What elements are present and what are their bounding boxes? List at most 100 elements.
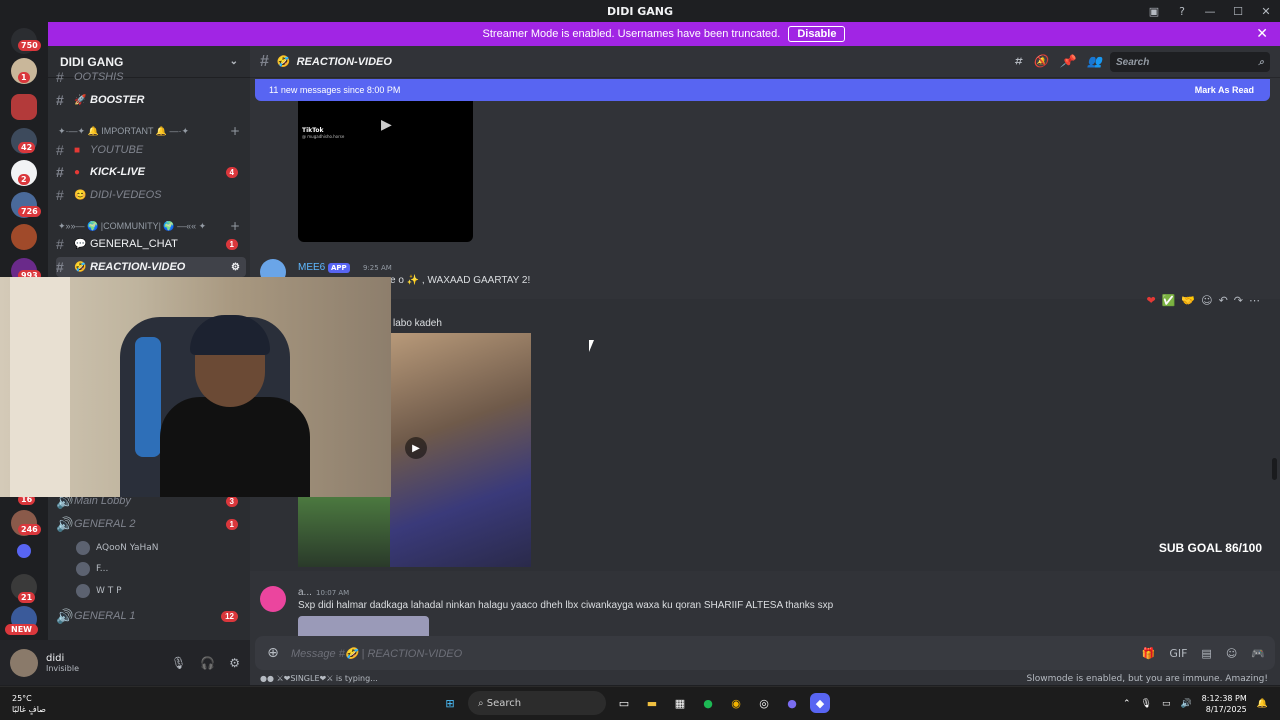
add-attachment-icon[interactable]: ⊕ (255, 645, 291, 661)
voice-user[interactable]: W T P (76, 584, 122, 598)
play-icon[interactable]: ▶ (381, 117, 392, 133)
members-icon[interactable]: 👥 (1087, 54, 1102, 69)
voice-general-1[interactable]: 🔊 GENERAL 1 12 (56, 606, 246, 626)
scrollbar[interactable] (1272, 458, 1277, 480)
spotify-icon[interactable]: ● (698, 693, 718, 713)
server-badge: 726 (18, 206, 41, 217)
weather-widget[interactable]: 25°C صافٍ غالبًا (12, 693, 46, 715)
avatar[interactable] (10, 648, 38, 677)
server-badge: 750 (18, 40, 41, 51)
network-icon[interactable]: ▭ (1162, 699, 1171, 709)
add-channel-icon[interactable]: + (230, 219, 240, 233)
image-attachment[interactable] (298, 616, 429, 636)
channel-general-chat[interactable]: # 💬 GENERAL_CHAT 1 (56, 234, 246, 254)
gift-icon[interactable]: 🎁 (1142, 647, 1156, 660)
new-messages-bar[interactable]: 11 new messages since 8:00 PM Mark As Re… (255, 79, 1270, 101)
headphones-icon[interactable]: 🎧 (200, 656, 215, 670)
category-important[interactable]: ✦·—✦ 🔔 IMPORTANT 🔔 —·✦ (58, 126, 189, 137)
check-reaction-icon[interactable]: ✅ (1162, 294, 1176, 307)
message-author[interactable]: a... (298, 587, 312, 598)
emoji-icon[interactable]: ☺ (1226, 647, 1237, 660)
unread-badge: 1 (225, 238, 238, 250)
video-attachment[interactable]: ▶ (390, 333, 531, 567)
video-attachment-part[interactable] (298, 496, 390, 567)
tiktok-handle: @ mugadhisho.horse (302, 134, 345, 139)
task-view-icon[interactable]: ▭ (614, 693, 634, 713)
folder-icon[interactable] (17, 544, 31, 558)
microphone-icon[interactable]: 🎙 (171, 656, 186, 670)
channel-label: KICK-LIVE (90, 166, 145, 178)
reply-icon[interactable]: ↶ (1219, 294, 1228, 307)
heart-reaction-icon[interactable]: ❤ (1146, 294, 1155, 307)
search-input[interactable]: Search ⌕ (1110, 52, 1270, 72)
channel-header: # 🤣 REACTION-VIDEO ⌗ 🔕 📌 👥 Search ⌕ (250, 46, 1280, 78)
mark-as-read-button[interactable]: Mark As Read (1195, 85, 1254, 95)
server-badge: 246 (18, 524, 41, 535)
chevron-down-icon[interactable]: ⌄ (230, 56, 238, 67)
message-time: 10:07 AM (316, 589, 350, 597)
close-icon[interactable]: ✕ (1256, 25, 1268, 42)
channel-reaction-video[interactable]: # 🤣 REACTION-VIDEO ⚙ (56, 257, 246, 277)
store-icon[interactable]: ▦ (670, 693, 690, 713)
channel-title: REACTION-VIDEO (296, 55, 392, 68)
chrome-icon[interactable]: ◉ (726, 693, 746, 713)
server-badge: 2 (18, 174, 30, 185)
server-badge: 1 (18, 72, 30, 83)
add-channel-icon[interactable]: + (230, 124, 240, 138)
channel-booster[interactable]: # 🚀 BOOSTER (56, 90, 246, 110)
app-icon[interactable]: ◎ (754, 693, 774, 713)
sub-goal-overlay: SUB GOAL 86/100 (1158, 541, 1262, 555)
file-explorer-icon[interactable]: ▬ (642, 693, 662, 713)
inbox-icon[interactable]: ▣ (1140, 5, 1168, 18)
pin-icon[interactable]: 📌 (1060, 54, 1075, 69)
channel-didi-videos[interactable]: # 😊 DIDI-VEDEOS (56, 185, 246, 205)
taskbar-search[interactable]: ⌕ Search (468, 691, 606, 715)
app-icon[interactable]: ● (782, 693, 802, 713)
category-community[interactable]: ✦»»— 🌍 |COMMUNITY| 🌍 —«« ✦ (58, 221, 206, 232)
chevron-up-icon[interactable]: ⌃ (1123, 699, 1131, 709)
channel-item[interactable]: # OOTSHIS (56, 72, 246, 82)
server-icon[interactable] (11, 224, 37, 250)
server-icon[interactable] (11, 94, 37, 120)
add-reaction-icon[interactable]: ☺ (1201, 294, 1212, 307)
red-circle-icon: ● (74, 166, 81, 178)
help-icon[interactable]: ? (1168, 5, 1196, 18)
forward-icon[interactable]: ↷ (1234, 294, 1243, 307)
notifications-icon[interactable]: 🔔 (1257, 699, 1268, 709)
notification-mute-icon[interactable]: 🔕 (1033, 54, 1048, 69)
message-author[interactable]: MEE6 (298, 262, 325, 273)
voice-general-2[interactable]: 🔊 GENERAL 2 1 (56, 514, 246, 534)
message-time: 9:25 AM (363, 264, 392, 272)
gif-icon[interactable]: GIF (1169, 647, 1187, 660)
typing-indicator: ●● ⚔❤SINGLE❤⚔ is typing... (260, 674, 378, 683)
channel-youtube[interactable]: # ■ YOUTUBE (56, 140, 246, 160)
discord-icon[interactable]: ◆ (810, 693, 830, 713)
maximize-button[interactable]: ☐ (1224, 5, 1252, 18)
clock[interactable]: 8:12:38 PM 8/17/2025 (1202, 693, 1247, 715)
message-input[interactable]: Message #🤣 | REACTION-VIDEO (291, 647, 462, 660)
channel-kick-live[interactable]: # ● KICK-LIVE 4 (56, 162, 246, 182)
handshake-reaction-icon[interactable]: 🤝 (1181, 294, 1195, 307)
unread-badge: 4 (225, 166, 238, 178)
server-badge: 42 (18, 142, 36, 153)
threads-icon[interactable]: ⌗ (1014, 54, 1021, 69)
close-window-button[interactable]: ✕ (1252, 5, 1280, 18)
message-composer[interactable]: ⊕ Message #🤣 | REACTION-VIDEO 🎁 GIF ▤ ☺ … (255, 636, 1275, 670)
volume-icon[interactable]: 🔊 (1180, 699, 1191, 709)
hash-icon: # (56, 259, 64, 275)
play-icon[interactable]: ▶ (405, 437, 427, 459)
voice-user[interactable]: F... (76, 562, 108, 576)
voice-user[interactable]: AQooN YaHaN (76, 541, 158, 555)
minimize-button[interactable]: — (1196, 5, 1224, 18)
avatar[interactable] (260, 586, 286, 612)
disable-streamer-button[interactable]: Disable (788, 26, 846, 42)
search-icon: ⌕ (1258, 56, 1264, 68)
activities-icon[interactable]: 🎮 (1251, 647, 1265, 660)
sticker-icon[interactable]: ▤ (1201, 647, 1211, 660)
more-icon[interactable]: ⋯ (1249, 294, 1260, 307)
weather-desc: صافٍ غالبًا (12, 705, 46, 714)
microphone-icon[interactable]: 🎙 (1141, 699, 1152, 709)
tiktok-embed[interactable]: TikTok @ mugadhisho.horse ▶ (298, 101, 473, 242)
windows-start-icon[interactable]: ⊞ (440, 693, 460, 713)
gear-icon[interactable]: ⚙ (229, 656, 240, 670)
